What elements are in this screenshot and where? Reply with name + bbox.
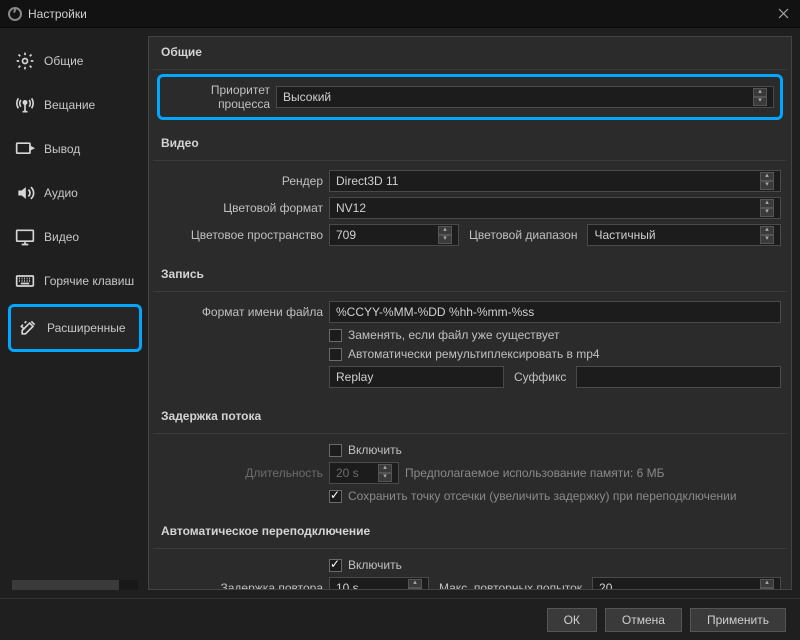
ok-button[interactable]: ОК [547, 608, 597, 632]
spinner-icon: ▴▾ [378, 464, 392, 482]
settings-window: Настройки Общие Вещание Вывод Аудио [0, 0, 800, 640]
color-range-value: Частичный [594, 228, 655, 242]
footer: ОК Отмена Применить [0, 598, 800, 640]
sidebar-item-label: Вещание [44, 98, 95, 112]
duration-value: 20 s [336, 466, 359, 480]
preserve-cutoff-label: Сохранить точку отсечки (увеличить задер… [348, 489, 737, 503]
content-panel: Общие Приоритет процесса Высокий ▴▾ Виде… [148, 36, 792, 590]
sidebar-item-general[interactable]: Общие [8, 40, 142, 82]
suffix-input[interactable] [576, 366, 781, 388]
duration-label: Длительность [159, 466, 323, 480]
audio-icon [14, 182, 36, 204]
color-space-value: 709 [336, 228, 356, 242]
sidebar-item-label: Горячие клавиш [44, 274, 134, 288]
suffix-label: Суффикс [510, 370, 570, 384]
renderer-value: Direct3D 11 [336, 174, 398, 188]
tools-icon [17, 317, 39, 339]
overwrite-checkbox[interactable] [329, 329, 342, 342]
output-icon [14, 138, 36, 160]
sidebar-item-label: Вывод [44, 142, 80, 156]
sidebar-item-label: Расширенные [47, 321, 126, 335]
filename-format-input[interactable] [329, 301, 781, 323]
priority-combobox[interactable]: Высокий ▴▾ [276, 86, 774, 108]
priority-row-highlight: Приоритет процесса Высокий ▴▾ [157, 74, 783, 120]
sidebar-item-audio[interactable]: Аудио [8, 172, 142, 214]
max-retries-value: 20 [599, 581, 612, 590]
remux-label: Автоматически ремультиплексировать в mp4 [348, 347, 600, 361]
sidebar-item-video[interactable]: Видео [8, 216, 142, 258]
window-title: Настройки [28, 7, 87, 21]
section-title-reconnect: Автоматическое переподключение [153, 518, 787, 549]
retry-delay-label: Задержка повтора [159, 581, 323, 590]
color-range-combobox[interactable]: Частичный ▴▾ [587, 224, 781, 246]
color-range-label: Цветовой диапазон [465, 228, 581, 242]
duration-spinner[interactable]: 20 s ▴▾ [329, 462, 399, 484]
app-logo-icon [8, 7, 22, 21]
spinner-icon: ▴▾ [760, 199, 774, 217]
color-format-value: NV12 [336, 201, 366, 215]
broadcast-icon [14, 94, 36, 116]
max-retries-spinner[interactable]: 20 ▴▾ [592, 577, 781, 590]
cancel-button[interactable]: Отмена [605, 608, 682, 632]
spinner-icon: ▴▾ [438, 226, 452, 244]
retry-delay-spinner[interactable]: 10 s ▴▾ [329, 577, 429, 590]
sidebar-item-label: Видео [44, 230, 79, 244]
section-title-video: Видео [153, 130, 787, 161]
sidebar-item-label: Общие [44, 54, 83, 68]
spinner-icon: ▴▾ [760, 226, 774, 244]
section-title-delay: Задержка потока [153, 403, 787, 434]
color-space-combobox[interactable]: 709 ▴▾ [329, 224, 459, 246]
section-title-general: Общие [153, 39, 787, 70]
sidebar-item-label: Аудио [44, 186, 78, 200]
sidebar-item-advanced[interactable]: Расширенные [8, 304, 142, 352]
apply-button[interactable]: Применить [690, 608, 786, 632]
delay-enable-checkbox[interactable] [329, 444, 342, 457]
remux-checkbox[interactable] [329, 348, 342, 361]
replay-prefix-input[interactable] [329, 366, 504, 388]
section-title-recording: Запись [153, 261, 787, 292]
color-format-combobox[interactable]: NV12 ▴▾ [329, 197, 781, 219]
sidebar: Общие Вещание Вывод Аудио Видео Горячие … [8, 36, 142, 590]
memory-estimate-label: Предполагаемое использование памяти: 6 М… [405, 466, 665, 480]
renderer-label: Рендер [159, 174, 323, 188]
spinner-icon: ▴▾ [760, 579, 774, 590]
renderer-combobox[interactable]: Direct3D 11 ▴▾ [329, 170, 781, 192]
reconnect-enable-checkbox[interactable] [329, 559, 342, 572]
priority-value: Высокий [283, 90, 331, 104]
color-space-label: Цветовое пространство [159, 228, 323, 242]
reconnect-enable-label: Включить [348, 558, 402, 572]
color-format-label: Цветовой формат [159, 201, 323, 215]
max-retries-label: Макс. повторных попыток [435, 581, 586, 590]
keyboard-icon [14, 270, 36, 292]
delay-enable-label: Включить [348, 443, 402, 457]
retry-delay-value: 10 s [336, 581, 359, 590]
spinner-icon: ▴▾ [753, 88, 767, 106]
spinner-icon: ▴▾ [408, 579, 422, 590]
priority-label: Приоритет процесса [166, 83, 270, 111]
sidebar-item-stream[interactable]: Вещание [8, 84, 142, 126]
titlebar: Настройки [0, 0, 800, 28]
spinner-icon: ▴▾ [760, 172, 774, 190]
monitor-icon [14, 226, 36, 248]
sidebar-item-output[interactable]: Вывод [8, 128, 142, 170]
close-icon [778, 8, 789, 19]
overwrite-label: Заменять, если файл уже существует [348, 328, 560, 342]
sidebar-item-hotkeys[interactable]: Горячие клавиш [8, 260, 142, 302]
gear-icon [14, 50, 36, 72]
preserve-cutoff-checkbox[interactable] [329, 490, 342, 503]
filename-format-label: Формат имени файла [159, 305, 323, 319]
sidebar-scrollbar[interactable] [12, 580, 138, 590]
close-button[interactable] [774, 5, 792, 23]
